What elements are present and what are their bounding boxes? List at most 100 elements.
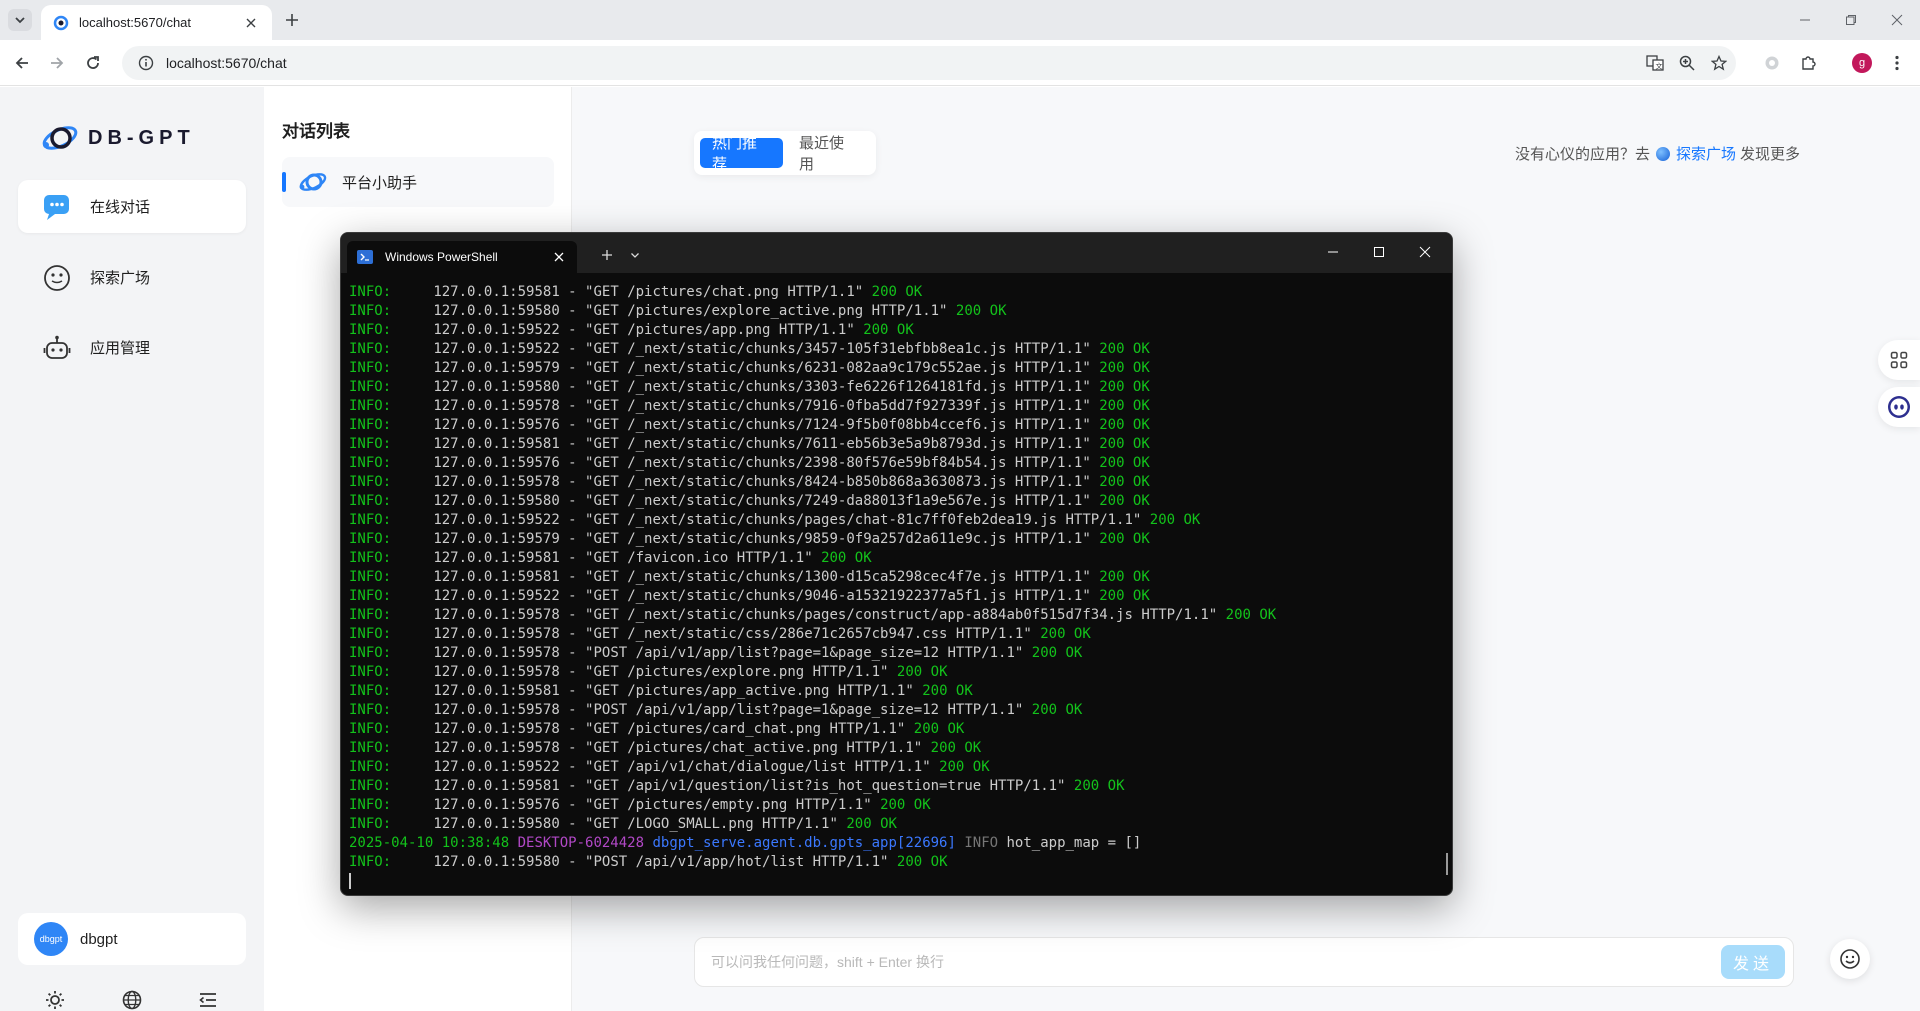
http-status: 200 OK — [922, 683, 973, 699]
close-window-button[interactable] — [1874, 8, 1920, 32]
log-level: INFO: — [349, 721, 392, 737]
language-globe-icon[interactable] — [120, 988, 144, 1011]
http-request: "POST /api/v1/app/list?page=1&page_size=… — [585, 645, 1024, 661]
chat-input[interactable] — [711, 954, 1721, 970]
restore-window-button[interactable] — [1828, 8, 1874, 32]
minimize-icon — [1328, 251, 1338, 253]
terminal-line: INFO: 127.0.0.1:59578 - "GET /_next/stat… — [349, 607, 1277, 623]
extensions-puzzle-icon[interactable] — [1796, 51, 1820, 75]
close-tab-icon[interactable] — [242, 14, 260, 32]
sidebar-item-chat[interactable]: 在线对话 — [18, 180, 246, 233]
http-status: 200 OK — [930, 740, 982, 756]
conversation-list-title: 对话列表 — [282, 122, 350, 141]
send-button[interactable]: 发送 — [1721, 945, 1785, 979]
collapse-menu-icon[interactable] — [196, 988, 220, 1011]
http-request: "GET /_next/static/css/286e71c2657cb947.… — [585, 626, 1032, 642]
log-level: INFO: — [349, 607, 392, 623]
site-info-icon[interactable] — [138, 55, 154, 71]
client-address: 127.0.0.1:59576 — [433, 455, 560, 471]
plus-icon — [286, 14, 298, 26]
explore-link[interactable]: 探索广场 — [1655, 143, 1736, 164]
browser-tab[interactable]: localhost:5670/chat — [41, 5, 272, 40]
extension-icon[interactable] — [1760, 51, 1784, 75]
terminal-line: INFO: 127.0.0.1:59581 - "GET /_next/stat… — [349, 436, 1150, 452]
powershell-tab-title: Windows PowerShell — [385, 250, 498, 264]
http-status: 200 OK — [1099, 569, 1150, 585]
terminal-dropdown-button[interactable] — [625, 245, 645, 265]
client-address: 127.0.0.1:59581 — [433, 436, 560, 452]
terminal-scrollbar[interactable] — [1446, 853, 1448, 875]
log-level: INFO: — [349, 797, 392, 813]
bot-face-icon — [1888, 396, 1910, 418]
http-request: "GET /pictures/chat_active.png HTTP/1.1" — [585, 740, 923, 756]
log-level: INFO: — [349, 531, 392, 547]
terminal-line: INFO: 127.0.0.1:59581 - "GET /api/v1/que… — [349, 778, 1125, 794]
address-bar[interactable]: localhost:5670/chat 文 — [122, 46, 1736, 80]
powershell-tab[interactable]: Windows PowerShell — [347, 241, 577, 273]
terminal-line: INFO: 127.0.0.1:59580 - "GET /_next/stat… — [349, 379, 1150, 395]
translate-icon[interactable]: 文 — [1645, 53, 1665, 73]
client-address: 127.0.0.1:59580 — [433, 816, 560, 832]
sidebar-item-explore[interactable]: 探索广场 — [18, 251, 246, 304]
bookmark-star-icon[interactable] — [1709, 53, 1729, 73]
logo-text: DB-GPT — [88, 126, 195, 149]
terminal-line: INFO: 127.0.0.1:59522 - "GET /_next/stat… — [349, 341, 1150, 357]
assistant-bot-button[interactable] — [1878, 387, 1920, 427]
terminal-line: INFO: 127.0.0.1:59578 - "GET /pictures/c… — [349, 721, 965, 737]
chat-bubble-icon — [42, 192, 72, 222]
zoom-icon[interactable] — [1677, 53, 1697, 73]
tab-hot-recommend[interactable]: 热门推荐 — [700, 135, 783, 173]
http-status: 200 OK — [1099, 531, 1150, 547]
client-address: 127.0.0.1:59581 — [433, 550, 560, 566]
client-address: 127.0.0.1:59581 — [433, 778, 560, 794]
log-host: DESKTOP-6024428 — [517, 835, 645, 851]
profile-avatar[interactable]: g — [1850, 51, 1874, 75]
app-tabs: 热门推荐 最近使用 — [694, 131, 876, 175]
close-icon[interactable] — [551, 249, 567, 265]
sidebar-item-label: 应用管理 — [90, 340, 151, 357]
theme-sun-icon[interactable] — [43, 988, 67, 1011]
user-card[interactable]: dbgpt dbgpt — [18, 913, 246, 965]
terminal-maximize-button[interactable] — [1357, 237, 1401, 267]
http-request: "GET /_next/static/chunks/8424-b850b868a… — [585, 474, 1091, 490]
text-cursor — [349, 873, 351, 889]
terminal-output[interactable]: INFO: 127.0.0.1:59581 - "GET /pictures/c… — [349, 283, 1452, 895]
client-address: 127.0.0.1:59580 — [433, 379, 560, 395]
terminal-line: INFO: 127.0.0.1:59581 - "GET /pictures/a… — [349, 683, 973, 699]
new-tab-button[interactable] — [281, 9, 303, 31]
log-level: INFO: — [349, 626, 392, 642]
url-text[interactable]: localhost:5670/chat — [166, 55, 287, 71]
sidebar-item-app-management[interactable]: 应用管理 — [18, 321, 246, 374]
terminal-prompt[interactable] — [349, 872, 1452, 891]
back-button[interactable] — [10, 51, 34, 75]
tab-search-button[interactable] — [8, 9, 32, 31]
reload-icon — [87, 56, 99, 69]
log-level: INFO: — [349, 778, 392, 794]
sidebar-item-label: 在线对话 — [90, 199, 151, 216]
new-terminal-tab-button[interactable] — [597, 245, 617, 265]
terminal-line: INFO: 127.0.0.1:59522 - "GET /_next/stat… — [349, 588, 1150, 604]
client-address: 127.0.0.1:59522 — [433, 341, 560, 357]
app-grid-button[interactable] — [1878, 340, 1920, 380]
log-level: INFO: — [349, 512, 392, 528]
minimize-window-button[interactable] — [1782, 8, 1828, 32]
conversation-item[interactable]: 平台小助手 — [282, 157, 554, 207]
terminal-minimize-button[interactable] — [1311, 237, 1355, 267]
http-status: 200 OK — [1099, 341, 1150, 357]
log-level: INFO: — [349, 759, 392, 775]
smiley-icon — [1840, 949, 1860, 969]
tab-recently-used[interactable]: 最近使用 — [787, 135, 870, 173]
chevron-down-icon — [15, 17, 25, 24]
client-address: 127.0.0.1:59579 — [433, 531, 560, 547]
emoji-button[interactable] — [1830, 939, 1870, 979]
http-status: 200 OK — [1031, 702, 1083, 718]
http-request: "POST /api/v1/app/hot/list HTTP/1.1" — [585, 854, 889, 870]
http-request: "GET /_next/static/chunks/pages/chat-81c… — [585, 512, 1142, 528]
log-level: INFO: — [349, 303, 392, 319]
http-status: 200 OK — [1099, 360, 1150, 376]
http-request: "GET /_next/static/chunks/3457-105f31ebf… — [585, 341, 1091, 357]
terminal-close-button[interactable] — [1403, 237, 1447, 267]
reload-button[interactable] — [81, 51, 105, 75]
forward-button[interactable] — [45, 51, 69, 75]
browser-menu-icon[interactable] — [1885, 51, 1909, 75]
